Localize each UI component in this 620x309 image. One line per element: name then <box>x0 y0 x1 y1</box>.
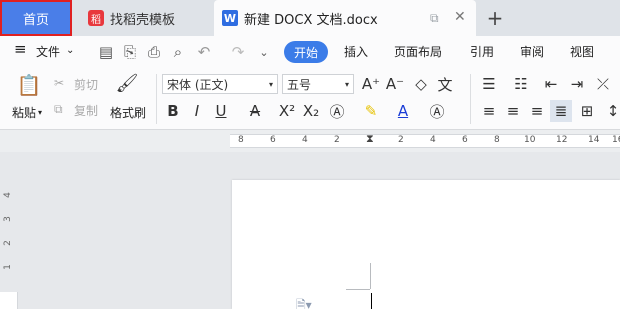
ruler-label: 2 <box>2 240 13 246</box>
copy-button[interactable]: 复制 <box>74 102 98 119</box>
divider <box>470 74 471 124</box>
ribbon-tab-view[interactable]: 视图 <box>570 43 594 60</box>
superscript-icon[interactable]: X² <box>276 100 298 122</box>
text-effect-icon[interactable]: Ⓐ <box>326 100 348 122</box>
shrink-font-icon[interactable]: A⁻ <box>384 73 406 95</box>
grow-font-icon[interactable]: A⁺ <box>360 73 382 95</box>
distributed-align-icon[interactable]: ⊞ <box>576 100 598 122</box>
new-tab-button[interactable]: + <box>484 0 506 36</box>
docer-logo-icon: 稻 <box>88 10 104 26</box>
tab-document[interactable]: W 新建 DOCX 文档.docx ⧉ ✕ <box>214 0 476 36</box>
font-name-select[interactable]: 宋体 (正文) ▾ <box>162 74 278 94</box>
horizontal-ruler[interactable]: 8 6 4 2 2 4 6 8 10 12 14 16 ⧗ <box>0 130 620 152</box>
ruler-label: 3 <box>2 216 13 222</box>
print-icon[interactable]: ⎙ <box>144 42 164 62</box>
ruler-label: 2 <box>398 135 404 145</box>
phonetic-guide-icon[interactable]: 文 <box>434 73 456 95</box>
ruler-label: 14 <box>588 135 600 145</box>
tab-home[interactable]: 首页 <box>0 0 72 36</box>
text-direction-icon[interactable]: ⤫ <box>592 73 614 95</box>
divider <box>156 74 157 124</box>
justify-icon[interactable]: ≣ <box>550 100 572 122</box>
ruler-label: 4 <box>302 135 308 145</box>
margin-corner-mark <box>346 289 370 290</box>
ruler-label: 4 <box>430 135 436 145</box>
underline-icon[interactable]: U <box>210 100 232 122</box>
strikethrough-icon[interactable]: A <box>244 100 266 122</box>
ruler-label: 4 <box>2 192 13 198</box>
align-right-icon[interactable]: ≡ <box>526 100 548 122</box>
ruler-label: 16 <box>612 135 620 145</box>
subscript-icon[interactable]: X₂ <box>300 100 322 122</box>
wps-window: 首页 稻 找稻壳模板 W 新建 DOCX 文档.docx ⧉ ✕ + ≡ 文件 … <box>0 0 620 309</box>
chevron-down-icon[interactable]: ⌄ <box>66 45 74 56</box>
print-preview-icon[interactable]: ⌕ <box>168 42 188 62</box>
pin-window-icon[interactable]: ⧉ <box>430 11 439 26</box>
ruler-label: 10 <box>524 135 536 145</box>
chevron-down-icon: ▾ <box>268 79 273 89</box>
italic-icon[interactable]: I <box>186 100 208 122</box>
ribbon-tab-reference[interactable]: 引用 <box>470 43 494 60</box>
save-icon[interactable]: ▤ <box>96 42 116 62</box>
paragraph-layout-icon[interactable]: 🗎▾ <box>296 296 312 309</box>
font-color-icon[interactable]: A <box>392 100 414 122</box>
increase-indent-icon[interactable]: ⇥ <box>566 73 588 95</box>
font-size-value: 五号 <box>287 77 312 92</box>
redo-icon[interactable]: ↷ <box>228 42 248 62</box>
cut-button[interactable]: 剪切 <box>74 76 98 93</box>
undo-icon[interactable]: ↶ <box>194 42 214 62</box>
ruler-label: 12 <box>556 135 568 145</box>
paste-icon[interactable]: 📋 <box>16 72 42 98</box>
plus-icon: + <box>486 6 504 30</box>
highlight-color-icon[interactable]: ✎ <box>360 100 382 122</box>
ribbon-tab-layout[interactable]: 页面布局 <box>394 43 442 60</box>
menu-file[interactable]: 文件 <box>36 43 60 60</box>
copy-icon[interactable]: ⧉ <box>54 102 63 117</box>
cut-icon[interactable]: ✂ <box>54 76 64 90</box>
tab-document-label: 新建 DOCX 文档.docx <box>244 12 378 28</box>
format-painter-icon[interactable]: 🖌 <box>116 72 139 94</box>
tab-templates[interactable]: 稻 找稻壳模板 <box>80 0 210 36</box>
align-center-icon[interactable]: ≡ <box>502 100 524 122</box>
paste-dropdown-icon[interactable]: ▾ <box>38 108 42 117</box>
character-border-icon[interactable]: Ⓐ <box>426 100 448 122</box>
ruler-label: 8 <box>494 135 500 145</box>
decrease-indent-icon[interactable]: ⇤ <box>540 73 562 95</box>
clear-format-icon[interactable]: ◇ <box>410 73 432 95</box>
format-painter-button[interactable]: 格式刷 <box>110 104 146 121</box>
document-page[interactable] <box>232 180 620 309</box>
hamburger-icon[interactable]: ≡ <box>14 40 27 58</box>
chevron-down-icon: ▾ <box>344 79 349 89</box>
font-name-value: 宋体 (正文) <box>167 77 229 92</box>
ruler-label: 8 <box>238 135 244 145</box>
ruler-label: 6 <box>270 135 276 145</box>
paste-button[interactable]: 粘贴 <box>12 104 36 121</box>
ribbon-tab-insert[interactable]: 插入 <box>344 43 368 60</box>
tab-bar: 首页 稻 找稻壳模板 W 新建 DOCX 文档.docx ⧉ ✕ + <box>0 0 620 36</box>
close-tab-icon[interactable]: ✕ <box>454 9 466 25</box>
tab-home-label: 首页 <box>22 12 49 28</box>
indent-marker-icon[interactable]: ⧗ <box>366 132 374 146</box>
more-icon[interactable]: ⌄ <box>254 42 274 62</box>
bullet-list-icon[interactable]: ☰ <box>478 73 500 95</box>
line-spacing-icon[interactable]: ↕ <box>602 100 620 122</box>
align-left-icon[interactable]: ≡ <box>478 100 500 122</box>
tab-templates-label: 找稻壳模板 <box>110 12 176 28</box>
vertical-ruler[interactable]: 4 3 2 1 <box>0 152 18 309</box>
export-pdf-icon[interactable]: ⎘ <box>120 42 140 62</box>
margin-corner-mark <box>370 263 371 289</box>
ruler-track <box>0 292 18 309</box>
ribbon: 📋 粘贴 ▾ ✂ 剪切 ⧉ 复制 🖌 格式刷 宋体 (正文) ▾ 五号 ▾ A⁺… <box>0 68 620 130</box>
ruler-label: 1 <box>2 264 13 270</box>
font-size-select[interactable]: 五号 ▾ <box>282 74 354 94</box>
ribbon-tab-review[interactable]: 审阅 <box>520 43 544 60</box>
bold-icon[interactable]: B <box>162 100 184 122</box>
ribbon-tab-start[interactable]: 开始 <box>284 41 328 63</box>
ruler-label: 6 <box>462 135 468 145</box>
word-doc-icon: W <box>222 10 238 26</box>
text-cursor <box>371 293 372 309</box>
ruler-label: 2 <box>334 135 340 145</box>
numbered-list-icon[interactable]: ☷ <box>510 73 532 95</box>
menu-bar: ≡ 文件 ⌄ ▤ ⎘ ⎙ ⌕ ↶ ↷ ⌄ 开始 插入 页面布局 引用 审阅 视图 <box>0 36 620 68</box>
